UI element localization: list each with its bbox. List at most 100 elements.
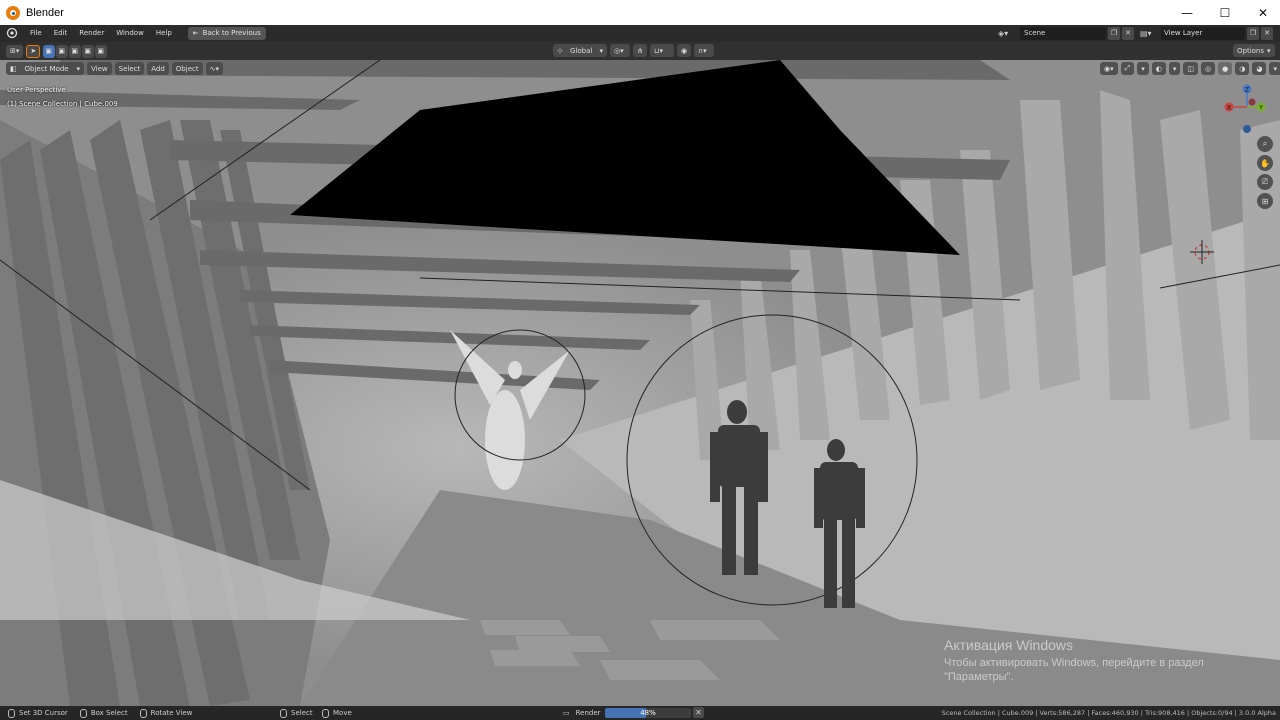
new-view-layer-icon[interactable]: ❐ bbox=[1247, 27, 1259, 40]
mouse-left-icon bbox=[8, 708, 15, 718]
new-scene-icon[interactable]: ❐ bbox=[1108, 27, 1120, 40]
falloff-icon[interactable]: ∩▾ bbox=[694, 44, 714, 57]
status-set-3d-cursor-label: Set 3D Cursor bbox=[19, 709, 68, 717]
gizmo-transform-icon[interactable]: ∿▾ bbox=[205, 62, 223, 75]
menu-file[interactable]: File bbox=[24, 25, 48, 42]
menu-select[interactable]: Select bbox=[114, 62, 145, 75]
blender-logo-icon bbox=[6, 5, 20, 20]
gizmo-x-label: X bbox=[1227, 105, 1231, 112]
zoom-icon[interactable]: ⌕ bbox=[1257, 136, 1273, 152]
transform-orientation-dropdown[interactable]: ⊹ Global ▾ bbox=[553, 44, 607, 57]
status-select: Select bbox=[280, 708, 313, 718]
cancel-render-button[interactable]: ✕ bbox=[693, 707, 704, 718]
status-select-label: Select bbox=[291, 709, 313, 717]
menu-help[interactable]: Help bbox=[150, 25, 178, 42]
3d-viewport[interactable]: ◧ Object Mode ▾ View Select Add Object ∿… bbox=[0, 60, 1280, 706]
status-box-select-label: Box Select bbox=[90, 709, 128, 717]
mode-intersect-icon[interactable]: ▣ bbox=[95, 44, 108, 58]
mode-extend-icon[interactable]: ▣ bbox=[56, 44, 69, 58]
render-progress-bar: 48% bbox=[605, 708, 691, 718]
mode-subtract-icon[interactable]: ▣ bbox=[69, 44, 82, 58]
menu-object[interactable]: Object bbox=[171, 62, 203, 75]
status-rotate-view-label: Rotate View bbox=[150, 709, 193, 717]
editor-type-icon[interactable]: ⊞▾ bbox=[6, 44, 24, 58]
object-mode-icon: ◧ bbox=[10, 64, 17, 73]
mode-difference-icon[interactable]: ▣ bbox=[82, 44, 95, 58]
chevron-down-icon: ▾ bbox=[1267, 46, 1271, 55]
status-render: ▭ Render bbox=[563, 709, 601, 717]
gizmo-z-label: Z bbox=[1245, 87, 1249, 94]
pan-hand-icon[interactable]: ✋ bbox=[1257, 155, 1273, 171]
chevron-down-icon: ▾ bbox=[599, 46, 603, 55]
view-layer-field[interactable]: View Layer bbox=[1161, 27, 1245, 40]
activation-line2: "Параметры". bbox=[944, 671, 1014, 683]
solid-shading-icon[interactable]: ● bbox=[1218, 62, 1233, 75]
view-layer-icon[interactable]: ▤▾ bbox=[1140, 27, 1160, 40]
status-bar: Set 3D Cursor Box Select Rotate View Sel… bbox=[0, 706, 1280, 720]
menu-edit[interactable]: Edit bbox=[48, 25, 74, 42]
menu-window[interactable]: Window bbox=[110, 25, 150, 42]
back-to-previous-label: Back to Previous bbox=[202, 29, 261, 37]
rendered-shading-icon[interactable]: ◕ bbox=[1252, 62, 1267, 75]
status-move-label: Move bbox=[333, 709, 352, 717]
proportional-edit-icon[interactable]: ◉ bbox=[677, 44, 691, 57]
back-icon: ⇤ bbox=[192, 29, 199, 37]
gizmo-y-label: Y bbox=[1258, 105, 1263, 112]
orientation-icon: ⊹ bbox=[557, 46, 563, 55]
shading-dropdown-icon[interactable]: ▾ bbox=[1269, 62, 1280, 75]
mouse-left-icon bbox=[280, 708, 287, 718]
tool-header: ⊞▾ ➤ ▣ ▣ ▣ ▣ ▣ ⊹ Global ▾ ◎▾ ⋔ ⊔▾ ◉ ∩▾ O… bbox=[0, 42, 1280, 60]
material-shading-icon[interactable]: ◑ bbox=[1235, 62, 1250, 75]
activation-title: Активация Windows bbox=[944, 637, 1074, 653]
window-title-bar: Blender — ☐ ✕ bbox=[0, 0, 1280, 25]
status-set-3d-cursor: Set 3D Cursor bbox=[8, 708, 68, 718]
pivot-point-icon[interactable]: ◎▾ bbox=[610, 44, 630, 57]
scene-render bbox=[0, 60, 1280, 706]
mouse-drag-icon bbox=[322, 708, 329, 718]
delete-scene-icon[interactable]: ✕ bbox=[1122, 27, 1134, 40]
camera-view-icon[interactable]: ⎚ bbox=[1257, 174, 1273, 190]
viewport-header: ◧ Object Mode ▾ View Select Add Object ∿… bbox=[0, 60, 1280, 77]
options-label: Options bbox=[1237, 46, 1265, 55]
gizmos-toggle-icon[interactable]: ⤢ bbox=[1120, 62, 1135, 75]
chevron-down-icon: ▾ bbox=[76, 64, 80, 73]
visibility-icon[interactable]: ◉▾ bbox=[1100, 62, 1118, 75]
mode-label: Object Mode bbox=[24, 64, 69, 73]
close-button[interactable]: ✕ bbox=[1240, 0, 1280, 25]
snap-target-icon[interactable]: ⊔▾ bbox=[650, 44, 674, 57]
render-progress-text: 48% bbox=[640, 709, 656, 717]
back-to-previous-button[interactable]: ⇤ Back to Previous bbox=[187, 27, 266, 40]
mode-dropdown[interactable]: ◧ Object Mode ▾ bbox=[6, 62, 84, 75]
orientation-label: Global bbox=[570, 46, 593, 55]
status-render-label: Render bbox=[575, 709, 601, 717]
wireframe-shading-icon[interactable]: ◎ bbox=[1201, 62, 1216, 75]
mouse-middle-icon bbox=[139, 708, 147, 718]
view-perspective-label: User Perspective bbox=[7, 86, 66, 94]
snap-toggle-icon[interactable]: ⋔ bbox=[633, 44, 647, 57]
menu-view[interactable]: View bbox=[87, 62, 112, 75]
perspective-grid-icon[interactable]: ⊞ bbox=[1257, 193, 1273, 209]
top-menu-bar: File Edit Render Window Help ⇤ Back to P… bbox=[0, 25, 1280, 42]
scene-type-icon[interactable]: ◈▾ bbox=[998, 27, 1018, 40]
active-collection-label: (1) Scene Collection | Cube.009 bbox=[7, 100, 118, 108]
window-title: Blender bbox=[26, 6, 64, 19]
menu-render[interactable]: Render bbox=[73, 25, 110, 42]
mouse-drag-icon bbox=[79, 708, 87, 718]
status-rotate-view: Rotate View bbox=[139, 708, 193, 718]
overlays-toggle-icon[interactable]: ◐ bbox=[1151, 62, 1166, 75]
status-move: Move bbox=[322, 708, 352, 718]
options-dropdown[interactable]: Options ▾ bbox=[1233, 44, 1275, 57]
select-tool-icon[interactable]: ➤ bbox=[26, 44, 41, 58]
render-icon: ▭ bbox=[563, 709, 570, 717]
status-box-select: Box Select bbox=[79, 708, 128, 718]
mode-new-icon[interactable]: ▣ bbox=[43, 44, 56, 58]
blender-menu-icon[interactable] bbox=[6, 27, 20, 41]
menu-add[interactable]: Add bbox=[147, 62, 169, 75]
xray-toggle-icon[interactable]: ◫ bbox=[1183, 62, 1198, 75]
scene-field[interactable]: Scene bbox=[1020, 27, 1106, 40]
gizmos-dropdown-icon[interactable]: ▾ bbox=[1137, 62, 1149, 75]
overlays-dropdown-icon[interactable]: ▾ bbox=[1168, 62, 1181, 75]
delete-view-layer-icon[interactable]: ✕ bbox=[1261, 27, 1273, 40]
activation-line1: Чтобы активировать Windows, перейдите в … bbox=[944, 657, 1204, 669]
navigation-gizmo[interactable]: Z X Y bbox=[1222, 82, 1272, 136]
